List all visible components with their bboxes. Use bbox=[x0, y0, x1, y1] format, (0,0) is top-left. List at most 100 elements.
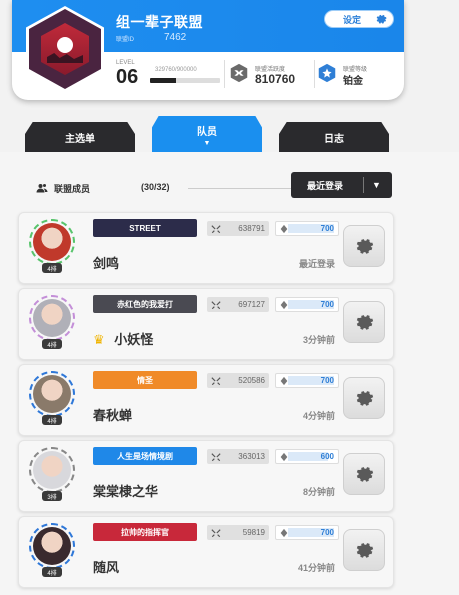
title-badge: 赤红色的我爱打 bbox=[93, 295, 197, 313]
avatar-image bbox=[33, 375, 71, 413]
title-badge: 拉帅的指挥官 bbox=[93, 523, 197, 541]
member-name: 棠棠棣之华 bbox=[93, 481, 158, 500]
guild-id: 7462 bbox=[164, 32, 187, 43]
guild-id-label: 联盟ID bbox=[116, 37, 135, 43]
avatar-image bbox=[33, 527, 71, 565]
guild-header-card: 组一辈子联盟 联盟ID 7462 设定 LEVEL 06 329760/9000… bbox=[12, 0, 404, 100]
member-settings-button[interactable] bbox=[343, 453, 385, 495]
power-value: 59819 bbox=[242, 528, 265, 537]
divider bbox=[224, 60, 225, 88]
member-settings-button[interactable] bbox=[343, 225, 385, 267]
divider bbox=[314, 60, 315, 88]
last-login: 41分钟前 bbox=[297, 563, 335, 573]
power-stat: 363013 bbox=[207, 449, 269, 464]
swords-icon bbox=[211, 224, 221, 233]
gear-icon bbox=[356, 315, 374, 330]
avatar-frame bbox=[29, 523, 75, 569]
member-name-text: 随风 bbox=[93, 560, 120, 575]
contribution-stat: 700 bbox=[275, 525, 339, 540]
settings-button[interactable]: 设定 bbox=[324, 10, 394, 28]
avatar-image bbox=[33, 223, 71, 261]
members-icon bbox=[36, 181, 48, 199]
chevron-down-icon: ▼ bbox=[372, 180, 381, 190]
power-stat: 638791 bbox=[207, 221, 269, 236]
power-value: 697127 bbox=[238, 300, 265, 309]
exp-bar bbox=[150, 78, 220, 83]
diamond-icon bbox=[280, 452, 288, 461]
avatar-level: 4排 bbox=[42, 567, 62, 577]
tab-main-menu[interactable]: 主选单 bbox=[25, 122, 135, 152]
sort-dropdown[interactable]: 最近登录 ▼ bbox=[291, 172, 392, 198]
gear-icon bbox=[375, 13, 387, 27]
rank-icon bbox=[316, 62, 338, 84]
member-settings-button[interactable] bbox=[343, 529, 385, 571]
diamond-icon bbox=[280, 528, 288, 537]
gear-icon bbox=[356, 239, 374, 254]
member-card[interactable]: 4排 情圣 春秋蝉 520586 700 4分钟前 bbox=[18, 364, 394, 436]
diamond-icon bbox=[280, 376, 288, 385]
power-value: 638791 bbox=[238, 224, 265, 233]
last-login: 8分钟前 bbox=[302, 487, 335, 497]
settings-label: 设定 bbox=[343, 14, 362, 25]
avatar-level: 4排 bbox=[42, 263, 62, 273]
members-label: 联盟成员 bbox=[54, 184, 91, 194]
member-name-text: 剑鸣 bbox=[93, 256, 120, 271]
contribution-stat: 700 bbox=[275, 221, 339, 236]
avatar[interactable]: 4排 bbox=[27, 523, 77, 579]
guild-name: 组一辈子联盟 bbox=[116, 14, 203, 30]
guild-level: 06 bbox=[116, 66, 139, 88]
caret-down-icon: ▼ bbox=[203, 140, 211, 147]
title-badge-text: STREET bbox=[129, 223, 161, 233]
diamond-icon bbox=[280, 224, 288, 233]
avatar[interactable]: 3排 bbox=[27, 447, 77, 503]
last-login: 4分钟前 bbox=[302, 411, 335, 421]
member-card[interactable]: 3排 人生是场情境剧 棠棠棣之华 363013 600 8分钟前 bbox=[18, 440, 394, 512]
activity-value: 810760 bbox=[255, 72, 296, 86]
member-name: 随风 bbox=[93, 557, 119, 576]
contribution-value: 700 bbox=[320, 528, 334, 537]
tab-log[interactable]: 日志 bbox=[279, 122, 389, 152]
member-count: (30/32) bbox=[141, 182, 170, 192]
member-settings-button[interactable] bbox=[343, 377, 385, 419]
contribution-value: 700 bbox=[320, 300, 334, 309]
member-name: 剑鸣 bbox=[93, 253, 119, 272]
member-card[interactable]: 4排 STREET 剑鸣 638791 700 最近登录 bbox=[18, 212, 394, 284]
avatar[interactable]: 4排 bbox=[27, 371, 77, 427]
last-login: 最近登录 bbox=[298, 259, 335, 269]
title-badge: 情圣 bbox=[93, 371, 197, 389]
sort-label: 最近登录 bbox=[307, 180, 344, 191]
member-name: 春秋蝉 bbox=[93, 405, 132, 424]
crown-icon: ♛ bbox=[93, 332, 105, 347]
avatar-frame bbox=[29, 371, 75, 417]
avatar-image bbox=[33, 451, 71, 489]
avatar[interactable]: 4排 bbox=[27, 295, 77, 351]
tab-label: 日志 bbox=[324, 133, 344, 145]
tab-members[interactable]: 队员 ▼ bbox=[152, 116, 262, 154]
gear-icon bbox=[356, 391, 374, 406]
power-value: 363013 bbox=[238, 452, 265, 461]
member-name-text: 春秋蝉 bbox=[93, 408, 133, 423]
swords-icon bbox=[211, 376, 221, 385]
tab-label: 主选单 bbox=[65, 133, 95, 145]
member-settings-button[interactable] bbox=[343, 301, 385, 343]
power-stat: 697127 bbox=[207, 297, 269, 312]
avatar-level: 4排 bbox=[42, 339, 62, 349]
title-badge-text: 拉帅的指挥官 bbox=[121, 527, 169, 537]
member-name: ♛ 小妖怪 bbox=[93, 329, 153, 348]
power-stat: 59819 bbox=[207, 525, 269, 540]
title-badge-text: 情圣 bbox=[137, 375, 153, 385]
contribution-value: 700 bbox=[320, 376, 334, 385]
title-badge-text: 赤红色的我爱打 bbox=[117, 299, 173, 309]
swords-icon bbox=[211, 300, 221, 309]
member-card[interactable]: 4排 拉帅的指挥官 随风 59819 700 41分钟前 bbox=[18, 516, 394, 588]
diamond-icon bbox=[280, 300, 288, 309]
member-card[interactable]: 4排 赤红色的我爱打 ♛ 小妖怪 697127 700 3分钟前 bbox=[18, 288, 394, 360]
gear-icon bbox=[356, 543, 374, 558]
last-login: 3分钟前 bbox=[302, 335, 335, 345]
avatar[interactable]: 4排 bbox=[27, 219, 77, 275]
gear-icon bbox=[356, 467, 374, 482]
exp-text: 329760/900000 bbox=[155, 67, 197, 73]
contribution-value: 700 bbox=[320, 224, 334, 233]
avatar-frame bbox=[29, 219, 75, 265]
title-badge: 人生是场情境剧 bbox=[93, 447, 197, 465]
